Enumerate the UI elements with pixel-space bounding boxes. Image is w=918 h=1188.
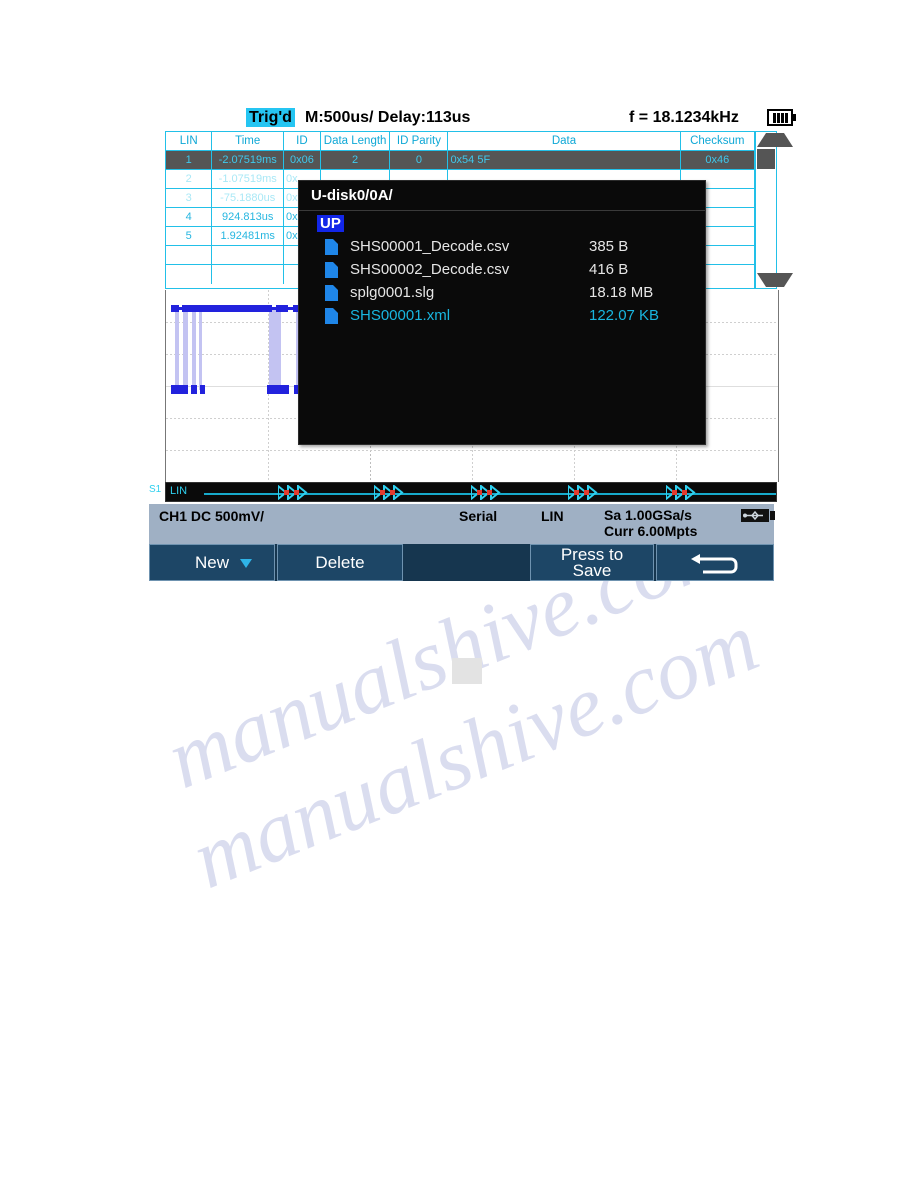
top-status-bar: Trig'd M:500us/ Delay:113us f = 18.1234k… bbox=[146, 106, 796, 130]
chevron-down-icon bbox=[240, 559, 252, 568]
column-header-lin[interactable]: LIN bbox=[166, 132, 213, 150]
timebase-label: M:500us/ Delay:113us bbox=[305, 109, 471, 126]
frequency-readout: f = 18.1234kHz bbox=[629, 109, 739, 126]
list-item[interactable]: SHS00002_Decode.csv 416 B bbox=[299, 258, 705, 281]
column-header-time[interactable]: Time bbox=[212, 132, 285, 150]
cell-id: 0x06 bbox=[284, 151, 321, 169]
empty-softkey[interactable] bbox=[405, 544, 531, 581]
column-header-checksum[interactable]: Checksum bbox=[681, 132, 754, 150]
decode-bus-label: LIN bbox=[170, 485, 188, 497]
new-button[interactable]: New bbox=[149, 544, 275, 581]
press-to-save-label: Press to Save bbox=[560, 544, 624, 580]
cell-lin bbox=[166, 246, 213, 264]
file-icon bbox=[325, 261, 338, 278]
up-directory-label: UP bbox=[317, 215, 344, 232]
serial-mode-label: Serial bbox=[459, 508, 498, 524]
cell-time: -1.07519ms bbox=[212, 170, 284, 188]
cell-time bbox=[212, 265, 285, 284]
file-icon bbox=[325, 307, 338, 324]
usb-icon bbox=[741, 509, 775, 522]
measurement-info-bar: CH1 DC 500mV/ Serial LIN Sa 1.00GSa/s Cu… bbox=[149, 504, 775, 544]
table-header-row: LIN Time ID Data Length ID Parity Data C… bbox=[166, 132, 754, 151]
new-button-label: New bbox=[194, 552, 229, 572]
cell-time: 1.92481ms bbox=[212, 227, 284, 245]
file-size: 122.07 KB bbox=[589, 307, 660, 324]
cell-time: 924.813us bbox=[212, 208, 284, 226]
list-item-up[interactable]: UP bbox=[299, 212, 705, 235]
cell-data: 0x54 5F bbox=[448, 151, 681, 169]
list-item[interactable]: SHS00001_Decode.csv 385 B bbox=[299, 235, 705, 258]
file-name: SHS00002_Decode.csv bbox=[350, 261, 510, 278]
cell-time: -75.1880us bbox=[212, 189, 284, 207]
cell-id-parity: 0 bbox=[390, 151, 449, 169]
cell-lin: 4 bbox=[166, 208, 213, 226]
decode-packet bbox=[568, 485, 602, 500]
file-name: splg0001.slg bbox=[350, 284, 435, 301]
cell-lin: 1 bbox=[166, 151, 213, 169]
file-name: SHS00001.xml bbox=[350, 307, 451, 324]
decode-packet bbox=[374, 485, 408, 500]
file-browser-dialog[interactable]: U-disk0/0A/ UP SHS00001_Decode.csv 385 B… bbox=[298, 180, 706, 445]
watermark-box bbox=[452, 658, 482, 684]
softkey-bar: New Delete Press to Save bbox=[149, 544, 774, 581]
decode-packet bbox=[666, 485, 700, 500]
oscilloscope-screen: Trig'd M:500us/ Delay:113us f = 18.1234k… bbox=[146, 106, 796, 581]
dialog-path-label: U-disk0/0A/ bbox=[299, 181, 705, 211]
watermark-line-2: manualshive.com bbox=[178, 593, 771, 907]
file-icon bbox=[325, 284, 338, 301]
file-list[interactable]: UP SHS00001_Decode.csv 385 B SHS00002_De… bbox=[299, 212, 705, 444]
serial-decode-bar: LIN bbox=[165, 482, 777, 502]
column-header-data[interactable]: Data bbox=[448, 132, 681, 150]
list-item[interactable]: splg0001.slg 18.18 MB bbox=[299, 281, 705, 304]
trigger-status-badge: Trig'd bbox=[246, 108, 295, 127]
delete-button[interactable]: Delete bbox=[277, 544, 403, 581]
column-header-id-parity[interactable]: ID Parity bbox=[390, 132, 449, 150]
triangle-down-icon[interactable] bbox=[757, 273, 793, 287]
decode-packet bbox=[278, 485, 312, 500]
press-to-save-button[interactable]: Press to Save bbox=[530, 544, 654, 581]
triangle-up-icon[interactable] bbox=[757, 133, 793, 147]
decode-packet bbox=[471, 485, 505, 500]
file-size: 385 B bbox=[589, 238, 629, 255]
cell-data-length: 2 bbox=[321, 151, 391, 169]
scrollbar-thumb[interactable] bbox=[757, 149, 775, 169]
back-arrow-icon bbox=[691, 553, 738, 573]
column-header-data-length[interactable]: Data Length bbox=[321, 132, 391, 150]
channel-marker: S1 bbox=[149, 484, 162, 495]
file-size: 18.18 MB bbox=[589, 284, 654, 301]
cell-time bbox=[212, 246, 285, 264]
file-icon bbox=[325, 238, 338, 255]
cell-lin: 2 bbox=[166, 170, 213, 188]
table-row[interactable]: 1 -2.07519ms 0x06 2 0 0x54 5F 0x46 bbox=[166, 151, 754, 170]
sample-rate: Sa 1.00GSa/s bbox=[604, 507, 692, 523]
table-scrollbar[interactable] bbox=[755, 131, 793, 289]
column-header-id[interactable]: ID bbox=[284, 132, 321, 150]
cell-time: -2.07519ms bbox=[212, 151, 284, 169]
cell-lin: 5 bbox=[166, 227, 213, 245]
list-item-selected[interactable]: SHS00001.xml 122.07 KB bbox=[299, 304, 705, 327]
memory-depth: Curr 6.00Mpts bbox=[604, 523, 698, 539]
file-name: SHS00001_Decode.csv bbox=[350, 238, 510, 255]
cell-lin: 3 bbox=[166, 189, 213, 207]
file-size: 416 B bbox=[589, 261, 629, 278]
cell-lin bbox=[166, 265, 213, 284]
channel-setting: CH1 DC 500mV/ bbox=[159, 508, 265, 524]
back-button[interactable] bbox=[656, 544, 774, 581]
protocol-label: LIN bbox=[541, 508, 564, 524]
delete-button-label: Delete bbox=[315, 552, 365, 572]
cell-checksum: 0x46 bbox=[705, 154, 730, 166]
